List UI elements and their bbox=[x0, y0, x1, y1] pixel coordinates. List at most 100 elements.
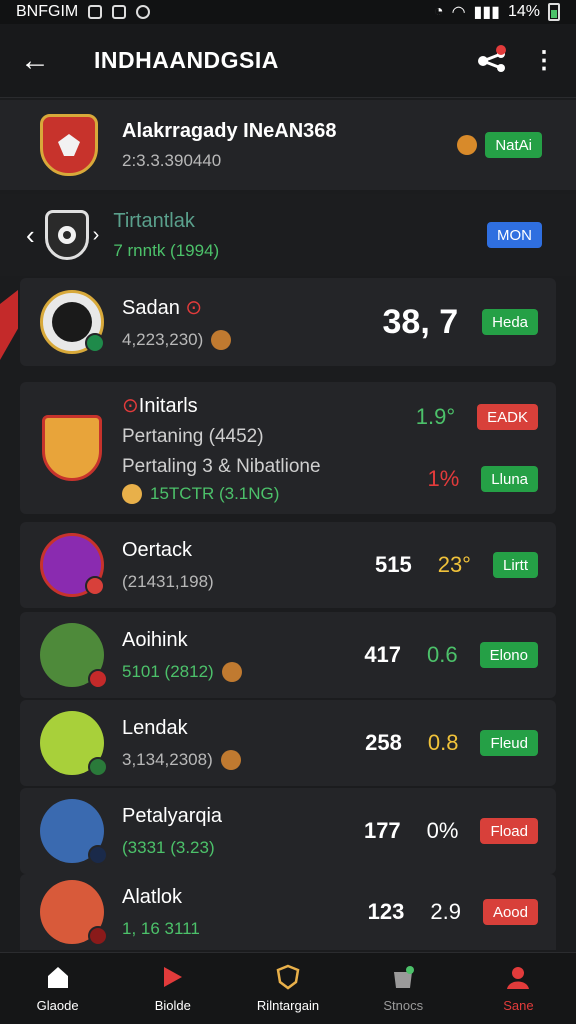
sub-header-card[interactable]: ‹ › Tirtantlak 7 rnntk (1994) MON bbox=[0, 194, 576, 276]
row-line-3: Pertaling 3 & Nibatlione bbox=[122, 455, 321, 477]
player-avatar bbox=[40, 880, 108, 946]
badge-icon bbox=[88, 757, 108, 777]
stat-value-2: 1% bbox=[427, 466, 460, 491]
status-badge[interactable]: Aood bbox=[482, 899, 538, 925]
player-sub: (21431,198) bbox=[122, 571, 214, 591]
player-avatar bbox=[40, 623, 108, 689]
play-icon bbox=[163, 967, 182, 987]
status-badge[interactable]: EADK bbox=[477, 404, 538, 430]
status-bar: BNFGIM ◔ ◠ ▮▮▮ 14% bbox=[0, 0, 576, 24]
team-header-card[interactable]: Alakrragady INeAN368 2:3.3.390440 NatAi bbox=[0, 100, 576, 190]
list-item[interactable]: Petalyarqia (3331 (3.23) 177 0% Fload bbox=[20, 788, 556, 874]
badge-icon bbox=[88, 845, 108, 865]
user-icon bbox=[507, 967, 530, 989]
row-line-2: Pertaning (4452) bbox=[122, 425, 264, 447]
badge-icon bbox=[85, 333, 105, 353]
status-badge[interactable]: NatAi bbox=[485, 132, 542, 158]
more-options-icon[interactable]: ⋮ bbox=[532, 46, 556, 75]
player-avatar bbox=[40, 290, 105, 354]
nav-item-home[interactable]: Glaode bbox=[0, 953, 115, 1024]
list-item[interactable]: Aoihink 5101 (2812) 417 0.6 Elono bbox=[20, 612, 556, 698]
nav-item-profile[interactable]: Sane bbox=[461, 953, 576, 1024]
team-crest-icon bbox=[40, 114, 98, 176]
stat-value: 258 bbox=[365, 730, 402, 755]
list-item[interactable]: Sadan ⊙ 4,223,230) 38, 7 Heda bbox=[20, 278, 556, 366]
player-name: Petalyarqia bbox=[122, 804, 223, 827]
status-badge[interactable]: Lirtt bbox=[492, 552, 538, 578]
coin-icon bbox=[221, 661, 242, 682]
status-badge[interactable]: Heda bbox=[482, 309, 538, 335]
player-sub: 3,134,2308) bbox=[122, 749, 365, 770]
status-badge[interactable]: Elono bbox=[479, 642, 538, 668]
player-avatar bbox=[40, 533, 105, 597]
club-founded: 7 rnntk (1994) bbox=[113, 240, 220, 260]
badge-icon bbox=[88, 926, 108, 946]
notification-dot bbox=[496, 44, 506, 55]
alert-icon: ⊙ bbox=[185, 296, 203, 319]
battery-percent: 14% bbox=[507, 3, 540, 20]
player-name: Lendak bbox=[122, 716, 188, 739]
player-sub: 1, 16 3111 bbox=[122, 918, 200, 938]
stat-value-2: 0.6 bbox=[427, 642, 458, 667]
coin-icon bbox=[457, 135, 478, 155]
coin-icon bbox=[220, 749, 241, 770]
team-name: Alakrragady INeAN368 bbox=[122, 119, 337, 142]
player-sub: 4,223,230) bbox=[122, 329, 383, 350]
alarm-icon: ◔ bbox=[433, 3, 444, 20]
nav-item-shop[interactable]: Stnocs bbox=[346, 953, 461, 1024]
list-item[interactable]: Lendak 3,134,2308) 258 0.8 Fleud bbox=[20, 700, 556, 786]
status-badge[interactable]: Fleud bbox=[480, 730, 538, 756]
stat-value: 515 bbox=[374, 552, 412, 577]
player-avatar bbox=[40, 799, 108, 865]
shield-icon bbox=[276, 964, 300, 990]
chevron-left-icon[interactable]: ‹ bbox=[26, 220, 35, 251]
nav-label: Glaode bbox=[36, 998, 79, 1013]
red-accent-stripe bbox=[0, 290, 18, 360]
stat-value-2: 0.8 bbox=[427, 730, 459, 755]
bottom-nav: Glaode Biolde Rilntargain Stnocs Sane bbox=[0, 952, 576, 1024]
battery-icon bbox=[548, 3, 560, 21]
nav-item-play[interactable]: Biolde bbox=[115, 953, 230, 1024]
stat-value-2: 0% bbox=[426, 818, 459, 843]
status-badge[interactable]: Fload bbox=[480, 818, 538, 844]
app-bar: ← INDHAANDGSIA ⋮ bbox=[0, 24, 576, 98]
status-badge-2[interactable]: Lluna bbox=[481, 466, 538, 492]
carrier-label: BNFGIM bbox=[16, 3, 79, 20]
nav-label: Rilntargain bbox=[256, 998, 320, 1013]
nav-label: Stnocs bbox=[383, 998, 424, 1013]
player-sub: 15TCTR (3.1NG) bbox=[122, 483, 416, 504]
player-name: ⊙Initarls bbox=[122, 394, 198, 417]
player-sub: (3331 (3.23) bbox=[122, 837, 215, 857]
sync-icon bbox=[136, 5, 151, 19]
notification-icon-2 bbox=[112, 5, 127, 19]
player-sub: 5101 (2812) bbox=[122, 661, 364, 682]
player-name: Alatlok bbox=[122, 885, 183, 908]
alert-icon: ⊙ bbox=[122, 394, 139, 417]
club-name: Tirtantlak bbox=[113, 209, 195, 232]
stat-value: 1.9° bbox=[415, 404, 456, 429]
player-name: Sadan ⊙ bbox=[122, 296, 203, 319]
badge-icon bbox=[85, 576, 105, 596]
stat-value: 123 bbox=[367, 899, 405, 924]
club-crest-icon bbox=[44, 210, 89, 260]
list-item[interactable]: ⊙Initarls Pertaning (4452) Pertaling 3 &… bbox=[20, 382, 556, 514]
player-score: 38, 7 bbox=[382, 302, 459, 341]
share-button[interactable] bbox=[472, 41, 512, 81]
stat-value: 177 bbox=[363, 818, 401, 843]
stat-value: 417 bbox=[364, 642, 402, 667]
back-arrow-icon[interactable]: ← bbox=[20, 44, 60, 78]
nav-item-shield[interactable]: Rilntargain bbox=[230, 953, 345, 1024]
mode-badge[interactable]: MON bbox=[487, 222, 542, 248]
notification-icon bbox=[88, 5, 103, 19]
coin-icon bbox=[211, 329, 232, 350]
chevron-right-icon[interactable]: › bbox=[93, 224, 100, 247]
list-item[interactable]: Oertack (21431,198) 515 23° Lirtt bbox=[20, 522, 556, 608]
badge-icon bbox=[88, 669, 108, 689]
player-name: Oertack bbox=[122, 538, 193, 561]
team-crest-icon bbox=[42, 415, 102, 481]
nav-label: Biolde bbox=[154, 998, 191, 1013]
list-item[interactable]: Alatlok 1, 16 3111 123 2.9 Aood bbox=[20, 874, 556, 950]
home-icon bbox=[47, 967, 68, 988]
player-avatar bbox=[40, 711, 108, 777]
wifi-icon: ◠ bbox=[451, 4, 466, 21]
